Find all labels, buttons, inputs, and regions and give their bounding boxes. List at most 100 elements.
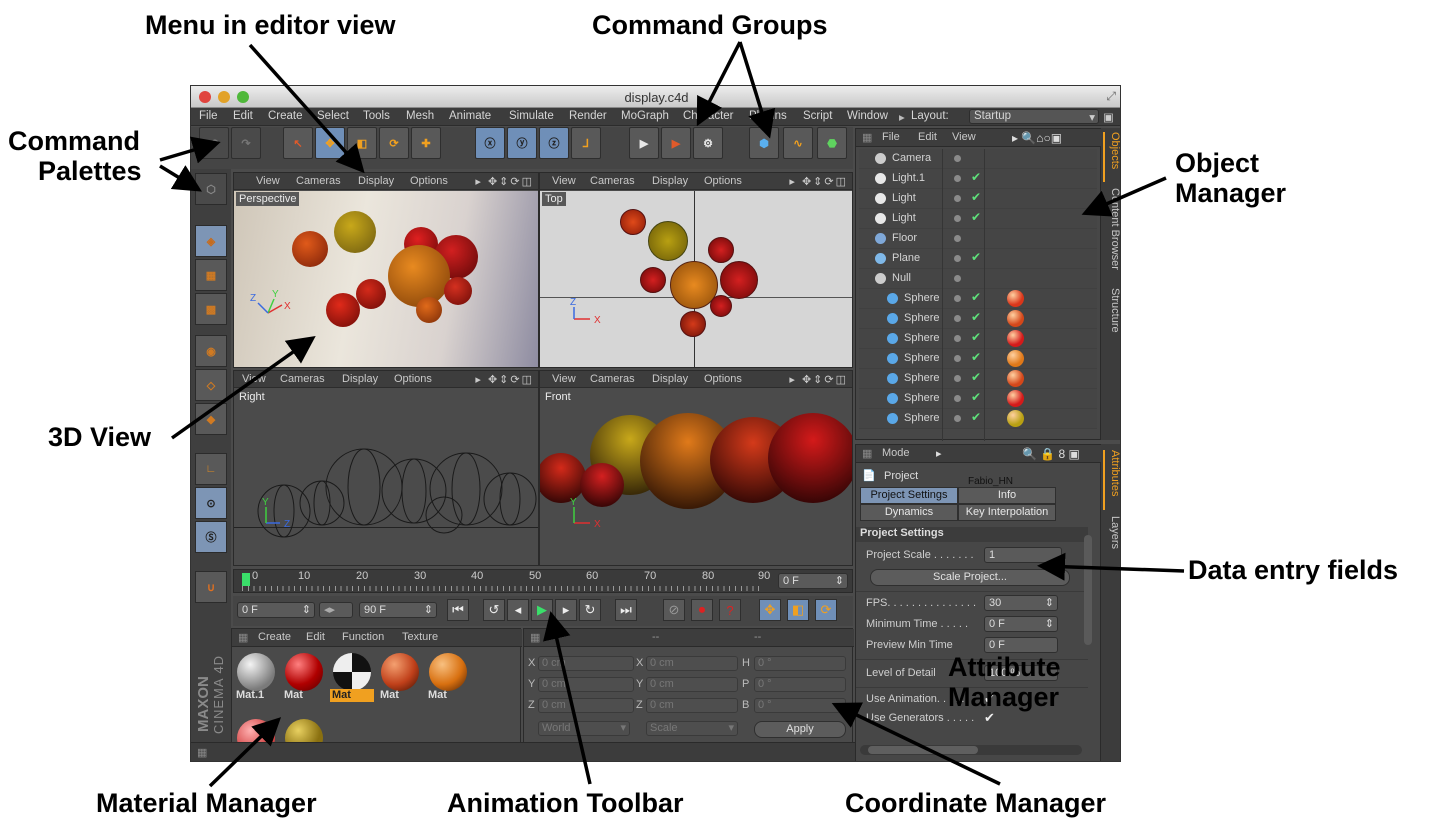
minimum-time-field[interactable]: 0 F ⇕	[984, 616, 1058, 632]
start-frame-field[interactable]: 0 F ⇕	[237, 602, 315, 618]
viewport-top[interactable]: View Cameras Display Options ▸ ✥⇕⟳◫ Top …	[539, 172, 853, 368]
material-tag-icon[interactable]	[1007, 350, 1024, 367]
object-menu-view[interactable]: View	[952, 131, 976, 143]
tab-structure[interactable]: Structure	[1103, 288, 1120, 348]
mode-arrow-icon[interactable]: ▸	[936, 447, 942, 460]
attribute-vertical-scrollbar[interactable]	[1084, 535, 1092, 645]
menu-edit[interactable]: Edit	[233, 110, 253, 122]
viewport-menu-view[interactable]: View	[242, 373, 266, 385]
material-tag-icon[interactable]	[1007, 310, 1024, 327]
viewport-nav-icons[interactable]: ▸ ✥⇕⟳◫	[789, 373, 848, 386]
timeline-ruler[interactable]: 0 10 20 30 40 50 60 70 80 90 0 F ⇕	[233, 569, 853, 593]
tab-project-settings[interactable]: Project Settings	[860, 487, 958, 504]
object-name[interactable]: Sphere	[904, 392, 939, 404]
menu-script[interactable]: Script	[803, 110, 832, 122]
material-swatch[interactable]: Mat.1	[234, 651, 278, 703]
texture-mode-button[interactable]: ▦	[195, 259, 227, 291]
enabled-check-icon[interactable]: ✔	[971, 350, 981, 364]
menu-render[interactable]: Render	[569, 110, 607, 122]
object-row[interactable]: Light.1 ✔	[859, 169, 1097, 189]
menu-create[interactable]: Create	[268, 110, 303, 122]
viewport-menu-view[interactable]: View	[552, 175, 576, 187]
object-row[interactable]: Light ✔	[859, 209, 1097, 229]
viewport-menu-cameras[interactable]: Cameras	[590, 175, 635, 187]
object-row[interactable]: Camera	[859, 149, 1097, 169]
object-row[interactable]: Sphere ✔	[859, 369, 1097, 389]
object-row[interactable]: Sphere ✔	[859, 329, 1097, 349]
y-axis-lock-button[interactable]: ⓨ	[507, 127, 537, 159]
go-to-start-button[interactable]: ⏮	[447, 599, 469, 621]
viewport-menu-display[interactable]: Display	[342, 373, 378, 385]
enabled-check-icon[interactable]: ✔	[971, 250, 981, 264]
material-menu-function[interactable]: Function	[342, 631, 384, 643]
rotate-tool-button[interactable]: ⟳	[379, 127, 409, 159]
tab-objects[interactable]: Objects	[1103, 132, 1120, 182]
object-name[interactable]: Sphere	[904, 292, 939, 304]
material-swatch[interactable]	[282, 717, 326, 743]
viewport-menu-display[interactable]: Display	[358, 175, 394, 187]
select-tool-button[interactable]: ↖	[283, 127, 313, 159]
play-button[interactable]: ▶	[531, 599, 553, 621]
enabled-check-icon[interactable]: ✔	[971, 190, 981, 204]
coord-rot-b-field[interactable]: 0 °	[754, 698, 846, 713]
layout-select[interactable]: Startup ▾	[969, 109, 1099, 124]
object-name[interactable]: Sphere	[904, 312, 939, 324]
object-row[interactable]: Null	[859, 269, 1097, 289]
viewport-menu-view[interactable]: View	[256, 175, 280, 187]
polygons-mode-button[interactable]: ◆	[195, 403, 227, 435]
enabled-check-icon[interactable]: ✔	[971, 370, 981, 384]
material-swatch[interactable]: Mat	[282, 651, 326, 703]
object-menu-file[interactable]: File	[882, 131, 900, 143]
tab-content-browser[interactable]: Content Browser	[1103, 188, 1120, 282]
points-mode-button[interactable]: ◉	[195, 335, 227, 367]
visibility-dot-icon[interactable]	[954, 355, 961, 362]
coord-pos-y-field[interactable]: 0 cm	[538, 677, 634, 692]
edges-mode-button[interactable]: ◇	[195, 369, 227, 401]
tab-dynamics[interactable]: Dynamics	[860, 504, 958, 521]
object-menu-edit[interactable]: Edit	[918, 131, 937, 143]
attribute-horizontal-scrollbar[interactable]	[860, 745, 1082, 755]
material-tag-icon[interactable]	[1007, 330, 1024, 347]
tab-attributes[interactable]: Attributes	[1103, 450, 1120, 510]
fullscreen-icon[interactable]: ⤢	[1106, 89, 1116, 104]
material-tag-icon[interactable]	[1007, 370, 1024, 387]
add-tool-button[interactable]: ✚	[411, 127, 441, 159]
object-name[interactable]: Sphere	[904, 372, 939, 384]
record-key-button[interactable]: ⊘	[663, 599, 685, 621]
viewport-menu-display[interactable]: Display	[652, 175, 688, 187]
visibility-dot-icon[interactable]	[954, 395, 961, 402]
current-frame-field[interactable]: 0 F ⇕	[778, 573, 848, 589]
axis-mode-button[interactable]: ∟	[195, 453, 227, 485]
model-mode-button[interactable]: ◈	[195, 225, 227, 257]
nurbs-generator-button[interactable]: ⬣	[817, 127, 847, 159]
render-view-button[interactable]: ▶	[629, 127, 659, 159]
viewport-nav-icons[interactable]: ▸ ✥⇕⟳◫	[475, 175, 534, 188]
visibility-dot-icon[interactable]	[954, 275, 961, 282]
record-scale-button[interactable]: ◧	[787, 599, 809, 621]
range-slider[interactable]: ◂▸	[319, 602, 353, 618]
coord-scale-select[interactable]: Scale ▾	[646, 721, 738, 736]
object-name[interactable]: Sphere	[904, 332, 939, 344]
material-menu-create[interactable]: Create	[258, 631, 291, 643]
coord-pos-z-field[interactable]: 0 cm	[538, 698, 634, 713]
visibility-dot-icon[interactable]	[954, 295, 961, 302]
timeline-playhead[interactable]	[242, 573, 250, 586]
record-position-button[interactable]: ✥	[759, 599, 781, 621]
object-name[interactable]: Floor	[892, 232, 917, 244]
layout-toggle-icon[interactable]: ▣	[1103, 110, 1114, 124]
object-row[interactable]: Sphere ✔	[859, 389, 1097, 409]
object-name[interactable]: Sphere	[904, 352, 939, 364]
enabled-check-icon[interactable]: ✔	[971, 210, 981, 224]
object-manager-tool-icons[interactable]: ▸ 🔍⌂○▣	[1012, 131, 1062, 145]
visibility-dot-icon[interactable]	[954, 315, 961, 322]
visibility-dot-icon[interactable]	[954, 335, 961, 342]
make-editable-button[interactable]: ⬡	[195, 173, 227, 205]
visibility-dot-icon[interactable]	[954, 155, 961, 162]
fps-field[interactable]: 30 ⇕	[984, 595, 1058, 611]
viewport-menu-cameras[interactable]: Cameras	[590, 373, 635, 385]
coord-size-z-field[interactable]: 0 cm	[646, 698, 738, 713]
grip-icon[interactable]: ▦	[862, 447, 872, 460]
object-row[interactable]: Sphere ✔	[859, 289, 1097, 309]
object-name[interactable]: Camera	[892, 152, 931, 164]
viewport-menu-options[interactable]: Options	[704, 175, 742, 187]
